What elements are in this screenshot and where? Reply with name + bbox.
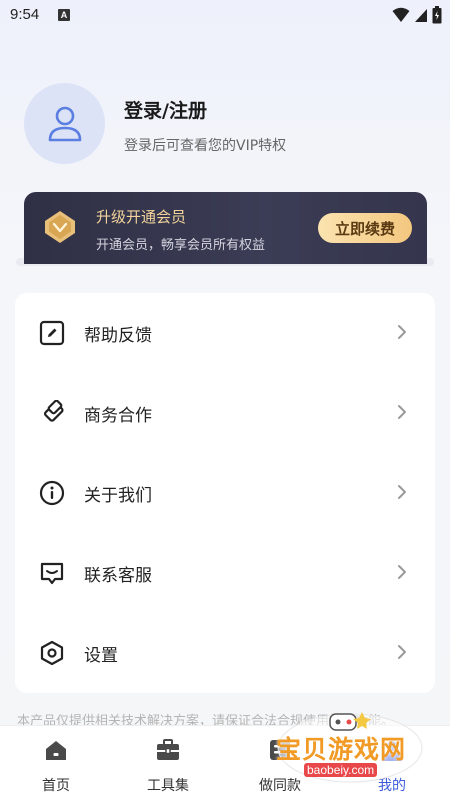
tab-label: 首页 xyxy=(42,778,70,794)
cooperation-icon xyxy=(43,400,64,422)
chevron-right-icon xyxy=(398,405,406,419)
menu-item-label: 关于我们 xyxy=(84,486,152,506)
menu-item-help-feedback[interactable]: 帮助反馈 xyxy=(15,293,435,373)
menu-item-business-cooperation[interactable]: 商务合作 xyxy=(15,373,435,453)
status-time: 9:54 xyxy=(10,6,40,23)
chat-icon xyxy=(40,562,64,585)
info-icon xyxy=(39,480,65,506)
diamond-badge-icon xyxy=(45,211,75,243)
chevron-right-icon xyxy=(398,325,406,339)
menu-item-label: 帮助反馈 xyxy=(84,326,152,346)
user-icon xyxy=(48,106,81,141)
battery-icon xyxy=(432,6,442,24)
menu-item-about-us[interactable]: 关于我们 xyxy=(15,453,435,533)
menu-item-settings[interactable]: 设置 xyxy=(15,613,435,693)
menu-item-contact-support[interactable]: 联系客服 xyxy=(15,533,435,613)
wifi-icon xyxy=(392,7,410,22)
status-bar: 9:54 A xyxy=(0,0,450,32)
tab-home[interactable]: 首页 xyxy=(0,726,112,800)
chevron-right-icon xyxy=(398,485,406,499)
login-subtitle: 登录后可查看您的VIP特权 xyxy=(124,138,287,154)
tab-label: 工具集 xyxy=(147,778,189,794)
settings-menu: 帮助反馈 商务合作 关于我们 联系客服 设置 xyxy=(15,293,435,693)
chevron-right-icon xyxy=(398,565,406,579)
edit-icon xyxy=(39,320,65,346)
settings-icon xyxy=(40,640,64,666)
avatar[interactable] xyxy=(24,83,105,164)
menu-item-label: 联系客服 xyxy=(84,566,152,586)
renew-button[interactable]: 立即续费 xyxy=(318,213,412,243)
system-icons xyxy=(392,6,442,24)
tab-toolbox[interactable]: 工具集 xyxy=(112,726,224,800)
watermark-text: 宝贝游戏网 xyxy=(276,735,407,764)
watermark-url: baobeiy.com xyxy=(304,763,378,777)
menu-item-label: 商务合作 xyxy=(84,406,152,426)
home-icon xyxy=(46,741,66,760)
notification-icon: A xyxy=(58,9,70,21)
vip-title: 升级开通会员 xyxy=(96,208,187,226)
signal-icon xyxy=(415,9,427,22)
toolbox-icon xyxy=(157,739,179,760)
vip-card[interactable]: 升级开通会员 开通会员，畅享会员所有权益 立即续费 xyxy=(24,192,427,264)
login-register-link[interactable]: 登录/注册 xyxy=(124,96,207,123)
vip-subtitle: 开通会员，畅享会员所有权益 xyxy=(96,238,266,253)
chevron-right-icon xyxy=(398,645,406,659)
menu-item-label: 设置 xyxy=(84,646,118,666)
